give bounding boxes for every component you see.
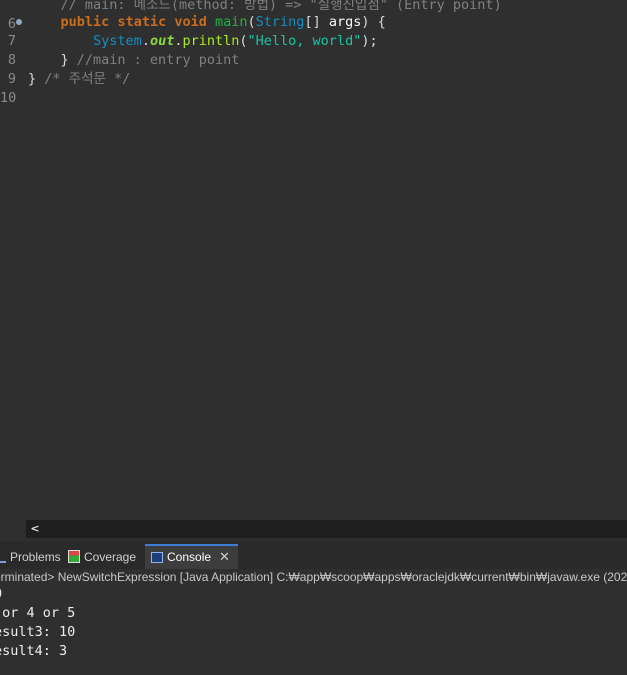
console-line: or 4 or 5 xyxy=(0,605,76,621)
problems-icon xyxy=(0,553,6,563)
console-status-text: erminated> NewSwitchExpression [Java App… xyxy=(0,570,627,584)
tab-label: Console xyxy=(167,550,212,564)
console-line: 0 xyxy=(0,585,2,604)
console-line: esult3: 10 xyxy=(0,624,76,640)
code-text: } //main : entry point xyxy=(28,52,240,68)
tab-problems[interactable]: Problems xyxy=(0,545,61,569)
code-line-10: 10 } /* 주석문 */ xyxy=(0,70,627,106)
code-text: public static void main(String[] args) { xyxy=(60,14,386,30)
tab-coverage[interactable]: Coverage xyxy=(68,545,136,569)
code-line-7: 7 public static void main(String[] args)… xyxy=(0,13,627,49)
line-number: 10 xyxy=(0,90,17,106)
code-line-8: 8 System.out.println("Hello, world"); xyxy=(0,32,627,68)
console-icon xyxy=(151,552,163,563)
tab-console[interactable]: Console ✕ xyxy=(145,544,238,569)
horizontal-scrollbar[interactable]: < xyxy=(26,520,627,538)
view-tab-bar: Problems Coverage Console ✕ xyxy=(0,541,627,569)
code-editor[interactable]: 6 // main: 메소드(method: 방법) => "실행진입점" (E… xyxy=(0,0,627,520)
console-line: esult4: 3 xyxy=(0,643,68,659)
tab-label: Problems xyxy=(10,550,61,564)
close-icon[interactable]: ✕ xyxy=(219,549,230,564)
tab-label: Coverage xyxy=(84,550,137,564)
code-text: System.out.println("Hello, world"); xyxy=(93,33,378,49)
console-status-header: erminated> NewSwitchExpression [Java App… xyxy=(0,569,627,588)
console-output[interactable]: 0 or 4 or 5 esult3: 10 esult4: 3 xyxy=(0,585,627,675)
override-marker-icon[interactable] xyxy=(16,19,22,25)
scroll-left-icon[interactable]: < xyxy=(28,520,42,538)
code-line-9: 9 } //main : entry point xyxy=(0,51,627,87)
code-text: } /* 주석문 */ xyxy=(28,71,131,87)
coverage-icon xyxy=(68,550,80,563)
